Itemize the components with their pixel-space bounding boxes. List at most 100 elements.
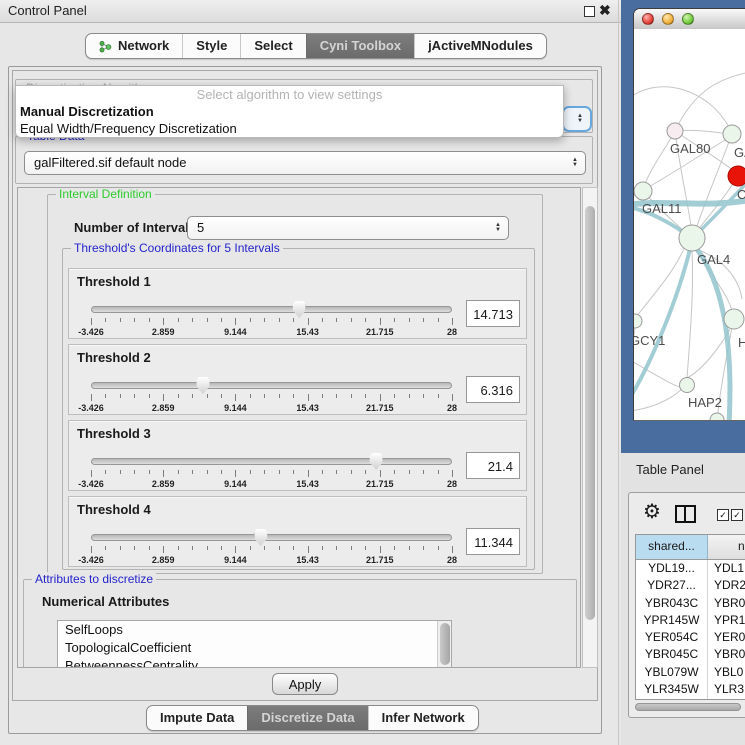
panel-scrollbar-thumb[interactable] <box>585 206 595 620</box>
cell-name[interactable]: YPR1 <box>708 612 745 629</box>
tab-impute-data[interactable]: Impute Data <box>147 706 247 730</box>
table-row[interactable]: YBR043CYBR0 <box>636 595 745 612</box>
close-icon[interactable]: ✖ <box>599 2 611 19</box>
threshold-value-box[interactable]: 21.4 <box>466 452 520 479</box>
threshold-value-box[interactable]: 6.316 <box>466 376 520 403</box>
panel-divider <box>618 0 619 745</box>
list-scrollbar[interactable] <box>437 621 451 668</box>
checkbox-icon[interactable]: ✓ <box>731 509 743 521</box>
slider-track[interactable] <box>91 382 452 389</box>
network-node[interactable] <box>679 225 705 251</box>
network-node[interactable] <box>723 125 741 143</box>
threshold-slider[interactable]: -3.4262.8599.14415.4321.71528 <box>91 452 452 490</box>
slider-track[interactable] <box>91 306 452 313</box>
column-header-shared[interactable]: shared... <box>636 535 708 559</box>
num-intervals-combo[interactable]: 5 ▲▼ <box>187 216 509 240</box>
cell-shared-name[interactable]: YPR145W <box>636 612 708 629</box>
network-node[interactable] <box>634 182 652 200</box>
tick-mark <box>351 470 352 474</box>
tab-jactivemnodules[interactable]: jActiveMNodules <box>414 34 546 58</box>
network-node[interactable] <box>728 166 745 186</box>
tab-infer-network[interactable]: Infer Network <box>368 706 478 730</box>
cell-shared-name[interactable]: YER054C <box>636 629 708 646</box>
cell-name[interactable]: YBR0 <box>708 646 745 663</box>
dropdown-option-manual[interactable]: Manual Discretization <box>16 103 563 120</box>
slider-thumb[interactable] <box>196 377 209 394</box>
network-view[interactable]: GAL80GAL11GAL4GCY1HAP2GACH <box>634 29 745 420</box>
tick-mark <box>250 394 251 398</box>
table-row[interactable]: YDR27...YDR2 <box>636 577 745 594</box>
list-scrollbar-thumb[interactable] <box>440 623 450 665</box>
dropdown-option-equal-width[interactable]: Equal Width/Frequency Discretization <box>16 120 563 137</box>
slider-thumb[interactable] <box>370 453 383 470</box>
panel-scrollbar[interactable] <box>582 187 598 668</box>
network-window-titlebar[interactable] <box>634 9 745 30</box>
apply-button[interactable]: Apply <box>272 673 338 695</box>
node-table[interactable]: shared... n YDL19...YDL1YDR27...YDR2YBR0… <box>635 534 745 700</box>
attribute-item[interactable]: BetweennessCentrality <box>58 657 451 668</box>
column-header-name[interactable]: n <box>708 535 745 559</box>
table-hscrollbar-thumb[interactable] <box>635 703 741 711</box>
cell-name[interactable]: YER0 <box>708 629 745 646</box>
slider-thumb[interactable] <box>293 301 306 318</box>
tick-label: 9.144 <box>224 327 247 337</box>
network-graph[interactable]: GAL80GAL11GAL4GCY1HAP2GACH <box>634 29 745 420</box>
table-row[interactable]: YER054CYER0 <box>636 629 745 646</box>
tick-mark <box>351 318 352 322</box>
table-row[interactable]: YPR145WYPR1 <box>636 612 745 629</box>
gear-icon[interactable]: ⚙ <box>643 499 661 524</box>
cell-shared-name[interactable]: YIL052C <box>636 698 708 700</box>
checkbox-icon[interactable]: ✓ <box>717 509 729 521</box>
threshold-slider[interactable]: -3.4262.8599.14415.4321.71528 <box>91 300 452 338</box>
cell-name[interactable]: YDR2 <box>708 577 745 594</box>
slider-track[interactable] <box>91 458 452 465</box>
numerical-attributes-list[interactable]: SelfLoopsTopologicalCoefficientBetweenne… <box>57 620 452 668</box>
table-row[interactable]: YIL052CYIL0 <box>636 698 745 700</box>
network-node[interactable] <box>634 314 642 328</box>
table-row[interactable]: YLR345WYLR3 <box>636 681 745 698</box>
table-row[interactable]: YBR045CYBR0 <box>636 646 745 663</box>
thresholds-title: Threshold's Coordinates for 5 Intervals <box>71 241 283 255</box>
float-window-icon[interactable] <box>584 6 595 17</box>
threshold-value-box[interactable]: 11.344 <box>466 528 520 555</box>
cell-shared-name[interactable]: YDR27... <box>636 577 708 594</box>
tab-discretize-data[interactable]: Discretize Data <box>247 706 367 730</box>
table-row[interactable]: YBL079WYBL0 <box>636 664 745 681</box>
close-traffic-light-icon[interactable] <box>642 13 654 25</box>
threshold-slider[interactable]: -3.4262.8599.14415.4321.71528 <box>91 528 452 566</box>
cell-shared-name[interactable]: YBR043C <box>636 595 708 612</box>
tab-style[interactable]: Style <box>182 34 240 58</box>
algorithm-combo[interactable]: ▲▼ <box>562 106 592 132</box>
cell-shared-name[interactable]: YDL19... <box>636 560 708 577</box>
table-hscrollbar[interactable] <box>635 703 745 712</box>
cell-shared-name[interactable]: YBL079W <box>636 664 708 681</box>
table-panel-title: Table Panel <box>636 462 704 477</box>
cell-shared-name[interactable]: YLR345W <box>636 681 708 698</box>
cell-name[interactable]: YLR3 <box>708 681 745 698</box>
network-node[interactable] <box>680 378 695 393</box>
tab-network[interactable]: Network <box>86 34 182 58</box>
network-node[interactable] <box>710 413 724 420</box>
tab-cyni-toolbox[interactable]: Cyni Toolbox <box>306 34 414 58</box>
tick-label: -3.426 <box>78 479 104 489</box>
attribute-item[interactable]: TopologicalCoefficient <box>58 639 451 657</box>
slider-track[interactable] <box>91 534 452 541</box>
cell-shared-name[interactable]: YBR045C <box>636 646 708 663</box>
cell-name[interactable]: YDL1 <box>708 560 745 577</box>
slider-thumb[interactable] <box>254 529 267 546</box>
zoom-traffic-light-icon[interactable] <box>682 13 694 25</box>
cell-name[interactable]: YBR0 <box>708 595 745 612</box>
tab-select[interactable]: Select <box>240 34 305 58</box>
split-pane-icon[interactable] <box>675 505 696 523</box>
cell-name[interactable]: YBL0 <box>708 664 745 681</box>
network-node[interactable] <box>724 309 744 329</box>
attribute-item[interactable]: SelfLoops <box>58 621 451 639</box>
network-node[interactable] <box>667 123 683 139</box>
table-row[interactable]: YDL19...YDL1 <box>636 560 745 577</box>
table-data-combo[interactable]: galFiltered.sif default node ▲▼ <box>24 151 586 175</box>
threshold-slider[interactable]: -3.4262.8599.14415.4321.71528 <box>91 376 452 414</box>
threshold-value-box[interactable]: 14.713 <box>466 300 520 327</box>
tick-mark <box>452 470 453 477</box>
cell-name[interactable]: YIL0 <box>708 698 745 700</box>
minimize-traffic-light-icon[interactable] <box>662 13 674 25</box>
